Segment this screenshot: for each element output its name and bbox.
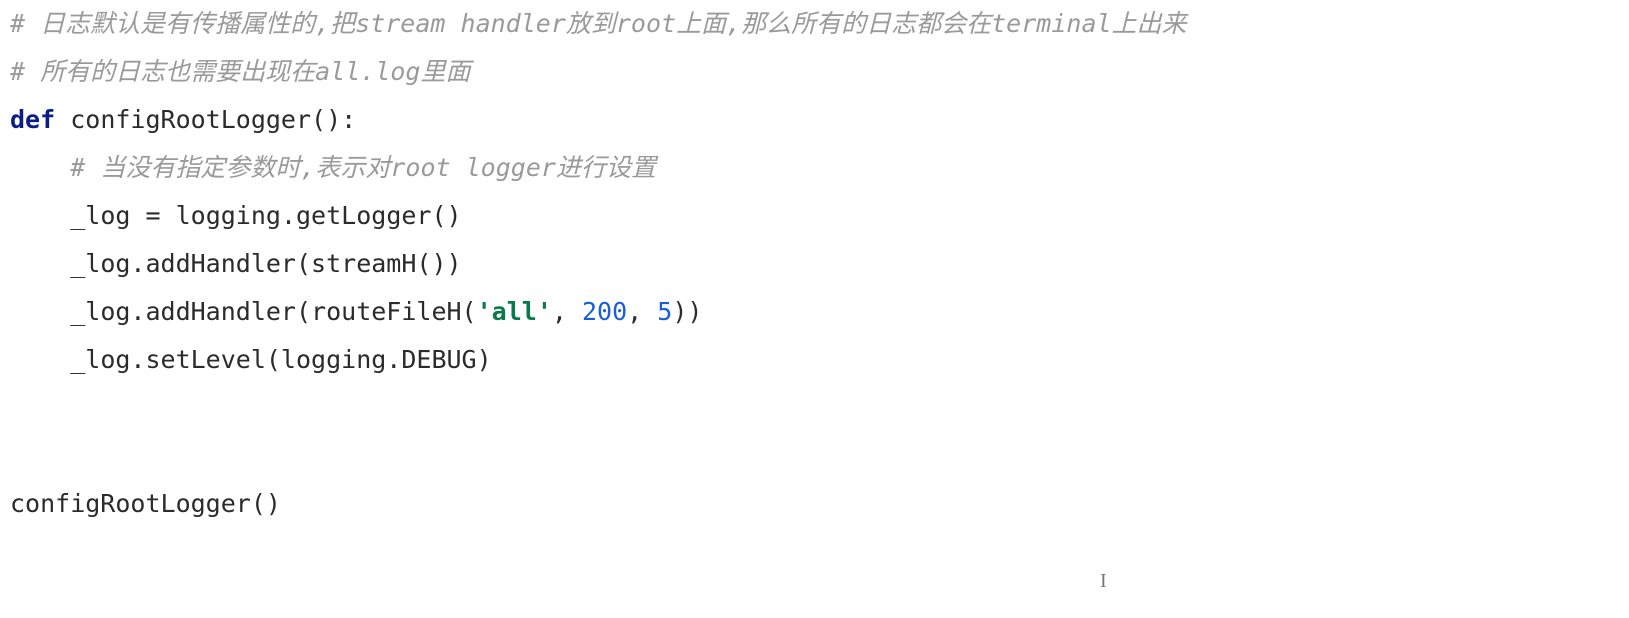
code-text: , [552,297,582,326]
code-text: configRootLogger() [10,489,281,518]
code-text: _log.addHandler(streamH()) [70,249,461,278]
code-text: , [627,297,657,326]
code-text: _log.addHandler(routeFileH( [70,297,476,326]
comment-line: # 当没有指定参数时,表示对root logger进行设置 [70,153,656,182]
comment-line: # 所有的日志也需要出现在all.log里面 [10,57,470,86]
string-literal: 'all' [477,297,552,326]
code-editor[interactable]: # 日志默认是有传播属性的,把stream handler放到root上面,那么… [0,0,1629,528]
text-caret-icon: I [1100,570,1107,593]
code-text: _log [70,201,145,230]
code-text: _log.setLevel(logging.DEBUG) [70,345,491,374]
code-text: logging.getLogger() [161,201,462,230]
code-text: = [145,201,160,230]
comment-line: # 日志默认是有传播属性的,把stream handler放到root上面,那么… [10,9,1187,38]
number-literal: 200 [582,297,627,326]
number-literal: 5 [657,297,672,326]
keyword-def: def [10,105,55,134]
paren-colon: (): [311,105,356,134]
func-name: configRootLogger [70,105,311,134]
code-text: )) [672,297,702,326]
